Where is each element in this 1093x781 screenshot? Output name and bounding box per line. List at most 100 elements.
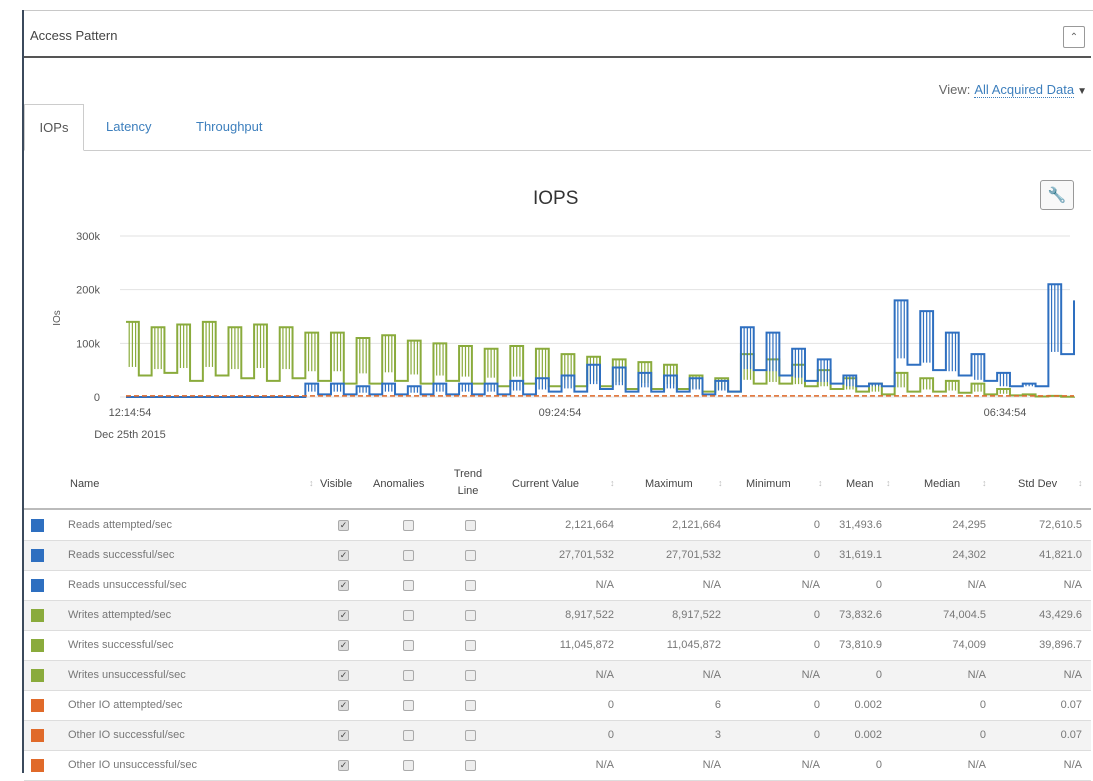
table-row[interactable]: Writes successful/sec ✓ 11,045,872 11,045,8… — [24, 631, 1091, 661]
x-tick-label: 09:24:54 — [539, 407, 582, 419]
y-tick-label: 100k — [76, 338, 100, 350]
metric-name: Reads attempted/sec — [68, 519, 172, 531]
x-tick-label: 12:14:54 — [109, 407, 152, 419]
column-header-current-value[interactable]: Current Value — [512, 478, 579, 490]
maximum-value: N/A — [702, 759, 721, 771]
column-header-maximum[interactable]: Maximum — [645, 478, 693, 490]
median-value: 0 — [979, 699, 986, 711]
trend-line-checkbox[interactable] — [465, 640, 476, 651]
minimum-value: 0 — [813, 549, 820, 561]
trend-line-checkbox[interactable] — [465, 760, 476, 771]
minimum-value: N/A — [801, 579, 820, 591]
mean-value: 73,832.6 — [839, 609, 882, 621]
maximum-value: 27,701,532 — [665, 549, 721, 561]
anomalies-checkbox[interactable] — [403, 700, 414, 711]
anomalies-checkbox[interactable] — [403, 550, 414, 561]
column-header-anomalies[interactable]: Anomalies — [373, 478, 424, 490]
anomalies-checkbox[interactable] — [403, 580, 414, 591]
median-value: 74,009 — [952, 639, 986, 651]
visible-checkbox[interactable]: ✓ — [338, 730, 349, 741]
anomalies-checkbox[interactable] — [403, 520, 414, 531]
metric-name: Writes unsuccessful/sec — [68, 669, 186, 681]
maximum-value: 8,917,522 — [672, 609, 721, 621]
sort-icon[interactable]: ↕ — [610, 478, 615, 488]
x-tick-sublabel: Dec 25th 2015 — [94, 429, 166, 441]
column-header-mean[interactable]: Mean — [846, 478, 874, 490]
current-value: N/A — [595, 759, 614, 771]
mean-value: 0 — [875, 759, 882, 771]
anomalies-checkbox[interactable] — [403, 670, 414, 681]
mean-value: 73,810.9 — [839, 639, 882, 651]
column-header-minimum[interactable]: Minimum — [746, 478, 791, 490]
std-dev-value: 43,429.6 — [1039, 609, 1082, 621]
mean-value: 0.002 — [854, 699, 882, 711]
std-dev-value: N/A — [1063, 669, 1082, 681]
minimum-value: 0 — [813, 729, 820, 741]
visible-checkbox[interactable]: ✓ — [338, 610, 349, 621]
std-dev-value: 0.07 — [1060, 699, 1082, 711]
sort-icon[interactable]: ↕ — [1078, 478, 1083, 488]
table-row[interactable]: Reads successful/sec ✓ 27,701,532 27,701,53… — [24, 541, 1091, 571]
minimum-value: 0 — [813, 699, 820, 711]
visible-checkbox[interactable]: ✓ — [338, 640, 349, 651]
sort-icon[interactable]: ↕ — [886, 478, 891, 488]
anomalies-checkbox[interactable] — [403, 760, 414, 771]
metric-name: Other IO unsuccessful/sec — [68, 759, 197, 771]
column-header-std-dev[interactable]: Std Dev — [1018, 478, 1057, 490]
sort-icon[interactable]: ↕ — [718, 478, 723, 488]
trend-line-checkbox[interactable] — [465, 700, 476, 711]
table-row[interactable]: Other IO unsuccessful/sec ✓ N/A N/A N/A 0 N/A N… — [24, 751, 1091, 781]
mean-value: 0.002 — [854, 729, 882, 741]
trend-line-checkbox[interactable] — [465, 580, 476, 591]
trend-line-checkbox[interactable] — [465, 730, 476, 741]
median-value: 24,295 — [952, 519, 986, 531]
visible-checkbox[interactable]: ✓ — [338, 520, 349, 531]
metric-name: Writes successful/sec — [68, 639, 174, 651]
y-tick-label: 200k — [76, 285, 100, 297]
column-header-visible[interactable]: Visible — [320, 478, 352, 490]
sort-icon[interactable]: ↕ — [309, 478, 314, 488]
std-dev-value: 41,821.0 — [1039, 549, 1082, 561]
mean-value: 31,493.6 — [839, 519, 882, 531]
visible-checkbox[interactable]: ✓ — [338, 550, 349, 561]
std-dev-value: N/A — [1063, 759, 1082, 771]
table-row[interactable]: Writes unsuccessful/sec ✓ N/A N/A N/A 0 N/A N/A — [24, 661, 1091, 691]
minimum-value: N/A — [801, 669, 820, 681]
column-header-name[interactable]: Name — [70, 478, 99, 490]
table-row[interactable]: Writes attempted/sec ✓ 8,917,522 8,917,522 0… — [24, 601, 1091, 631]
metric-name: Writes attempted/sec — [68, 609, 172, 621]
series-color-swatch — [31, 579, 44, 592]
visible-checkbox[interactable]: ✓ — [338, 700, 349, 711]
sort-icon[interactable]: ↕ — [818, 478, 823, 488]
visible-checkbox[interactable]: ✓ — [338, 580, 349, 591]
mean-value: 0 — [875, 579, 882, 591]
median-value: N/A — [967, 759, 986, 771]
series-color-swatch — [31, 729, 44, 742]
mean-value: 31,619.1 — [839, 549, 882, 561]
anomalies-checkbox[interactable] — [403, 730, 414, 741]
column-header-trend-line[interactable]: Trend Line — [448, 466, 488, 500]
column-header-median[interactable]: Median — [924, 478, 960, 490]
table-header-divider — [24, 508, 1091, 510]
maximum-value: 11,045,872 — [666, 639, 721, 651]
series-color-swatch — [31, 549, 44, 562]
median-value: 24,302 — [952, 549, 986, 561]
table-row[interactable]: Other IO successful/sec ✓ 0 3 0 0.002 0 0.07 — [24, 721, 1091, 751]
anomalies-checkbox[interactable] — [403, 640, 414, 651]
trend-line-checkbox[interactable] — [465, 670, 476, 681]
table-row[interactable]: Reads unsuccessful/sec ✓ N/A N/A N/A 0 N/A N/A — [24, 571, 1091, 601]
current-value: 11,045,872 — [559, 639, 614, 651]
anomalies-checkbox[interactable] — [403, 610, 414, 621]
std-dev-value: 39,896.7 — [1039, 639, 1082, 651]
metric-name: Other IO successful/sec — [68, 729, 185, 741]
visible-checkbox[interactable]: ✓ — [338, 670, 349, 681]
sort-icon[interactable]: ↕ — [982, 478, 987, 488]
visible-checkbox[interactable]: ✓ — [338, 760, 349, 771]
trend-line-checkbox[interactable] — [465, 550, 476, 561]
table-row[interactable]: Other IO attempted/sec ✓ 0 6 0 0.002 0 0.07 — [24, 691, 1091, 721]
y-tick-label: 300k — [76, 231, 100, 243]
maximum-value: N/A — [702, 669, 721, 681]
trend-line-checkbox[interactable] — [465, 610, 476, 621]
table-row[interactable]: Reads attempted/sec ✓ 2,121,664 2,121,664 0 3… — [24, 511, 1091, 541]
trend-line-checkbox[interactable] — [465, 520, 476, 531]
